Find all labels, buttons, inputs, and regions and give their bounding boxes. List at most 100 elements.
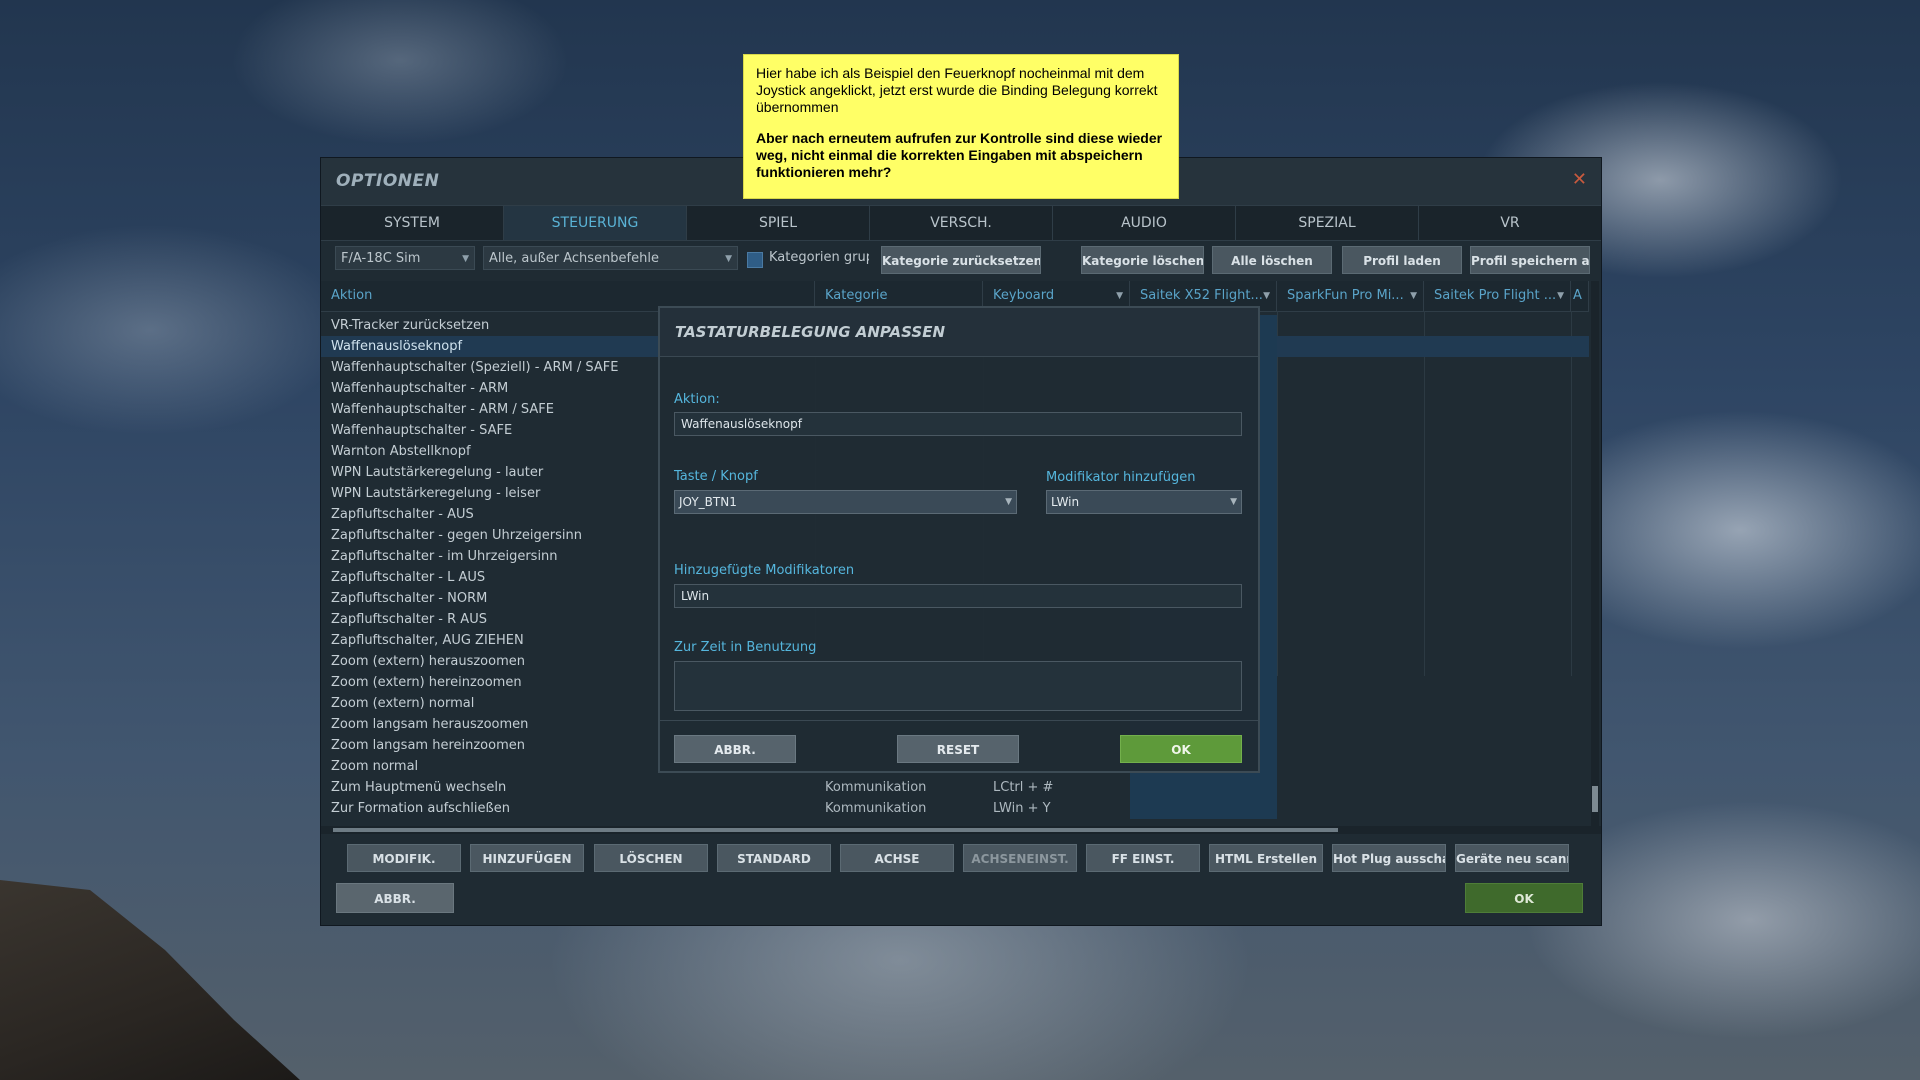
- sparkfun-cell: [1277, 756, 1424, 777]
- chevron-down-icon: ▼: [462, 254, 469, 264]
- keyboard-cell: LCtrl + #: [993, 780, 1054, 795]
- tab-system[interactable]: SYSTEM: [321, 206, 504, 240]
- sparkfun-cell: [1277, 588, 1424, 609]
- horizontal-scrollbar[interactable]: [321, 826, 1601, 834]
- close-icon[interactable]: ✕: [1572, 169, 1587, 190]
- sparkfun-cell: [1277, 672, 1424, 693]
- tab-spiel[interactable]: SPIEL: [687, 206, 870, 240]
- clear-category-button[interactable]: Kategorie löschen: [1081, 246, 1204, 274]
- header-sparkfun[interactable]: SparkFun Pro Mi... ▼: [1277, 281, 1424, 311]
- tab-vr[interactable]: VR: [1419, 206, 1601, 240]
- tab-versch[interactable]: VERSCH.: [870, 206, 1053, 240]
- header-keyboard-label: Keyboard: [993, 288, 1055, 303]
- tab-steuerung[interactable]: STEUERUNG: [504, 206, 687, 240]
- saitek-pro-flight-cell: [1424, 420, 1571, 441]
- delete-button[interactable]: LÖSCHEN: [594, 844, 708, 872]
- saitek-pro-flight-cell: [1424, 357, 1571, 378]
- vertical-scrollbar[interactable]: [1591, 281, 1599, 826]
- group-categories-checkbox[interactable]: [747, 252, 763, 268]
- dialog-titlebar: TASTATURBELEGUNG ANPASSEN: [660, 308, 1258, 357]
- save-profile-as-button[interactable]: Profil speichern als: [1470, 246, 1590, 274]
- header-more[interactable]: A: [1571, 281, 1589, 311]
- sparkfun-cell: [1277, 462, 1424, 483]
- note-bold-text: Aber nach erneutem aufrufen zur Kontroll…: [756, 130, 1163, 180]
- filter-select-value: Alle, außer Achsenbefehle: [489, 251, 659, 266]
- sparkfun-cell: [1277, 399, 1424, 420]
- ok-button[interactable]: OK: [1465, 883, 1583, 913]
- saitek-pro-flight-cell: [1424, 777, 1571, 798]
- cancel-button[interactable]: ABBR.: [336, 883, 454, 913]
- table-row[interactable]: Zur Formation aufschließen Kommunikation L…: [321, 798, 1589, 819]
- saitek-pro-flight-cell: [1424, 588, 1571, 609]
- saitek-pro-flight-cell: [1424, 798, 1571, 819]
- rescan-devices-button[interactable]: Geräte neu scannen: [1455, 844, 1569, 872]
- dialog-reset-button[interactable]: RESET: [897, 735, 1019, 763]
- sparkfun-cell: [1277, 441, 1424, 462]
- modifier-select[interactable]: LWin ▼: [1046, 490, 1242, 514]
- modifiers-button[interactable]: MODIFIK.: [347, 844, 461, 872]
- aircraft-select[interactable]: F/A-18C Sim ▼: [335, 246, 475, 270]
- saitek-pro-flight-cell: [1424, 336, 1571, 357]
- sparkfun-cell: [1277, 483, 1424, 504]
- saitek-x52-cell: [1130, 798, 1277, 819]
- saitek-pro-flight-cell: [1424, 378, 1571, 399]
- saitek-pro-flight-cell: [1424, 672, 1571, 693]
- window-title: OPTIONEN: [336, 171, 440, 191]
- sparkfun-cell: [1277, 798, 1424, 819]
- note-text-bold: Aber nach erneutem aufrufen zur Kontroll…: [756, 130, 1166, 181]
- chevron-down-icon: ▼: [1263, 291, 1270, 301]
- action-cell: Zur Formation aufschließen: [331, 801, 510, 816]
- dialog-title: TASTATURBELEGUNG ANPASSEN: [675, 323, 946, 341]
- sparkfun-cell: [1277, 609, 1424, 630]
- tab-spezial[interactable]: SPEZIAL: [1236, 206, 1419, 240]
- saitek-pro-flight-cell: [1424, 609, 1571, 630]
- action-label: Aktion:: [674, 392, 720, 407]
- ff-settings-button[interactable]: FF EINST.: [1086, 844, 1200, 872]
- create-html-button[interactable]: HTML Erstellen: [1209, 844, 1323, 872]
- note-text: Hier habe ich als Beispiel den Feuerknop…: [756, 65, 1158, 115]
- tab-audio[interactable]: AUDIO: [1053, 206, 1236, 240]
- saitek-pro-flight-cell: [1424, 525, 1571, 546]
- table-row[interactable]: Zum Hauptmenü wechseln Kommunikation LCtrl…: [321, 777, 1589, 798]
- in-use-field: [674, 661, 1242, 711]
- hot-plug-off-button[interactable]: Hot Plug ausschalten: [1332, 844, 1446, 872]
- clear-all-button[interactable]: Alle löschen: [1212, 246, 1332, 274]
- sparkfun-cell: [1277, 315, 1424, 336]
- add-button[interactable]: HINZUFÜGEN: [470, 844, 584, 872]
- in-use-label: Zur Zeit in Benutzung: [674, 640, 817, 655]
- axis-settings-button[interactable]: ACHSENEINST.: [963, 844, 1077, 872]
- added-modifiers-label: Hinzugefügte Modifikatoren: [674, 563, 855, 578]
- sparkfun-cell: [1277, 546, 1424, 567]
- mountain-background: [0, 880, 300, 1080]
- saitek-pro-flight-cell: [1424, 714, 1571, 735]
- saitek-pro-flight-cell: [1424, 462, 1571, 483]
- added-modifiers-field[interactable]: LWin: [674, 584, 1242, 608]
- dialog-cancel-button[interactable]: ABBR.: [674, 735, 796, 763]
- saitek-pro-flight-cell: [1424, 693, 1571, 714]
- sparkfun-cell: [1277, 420, 1424, 441]
- default-button[interactable]: STANDARD: [717, 844, 831, 872]
- axis-button[interactable]: ACHSE: [840, 844, 954, 872]
- saitek-pro-flight-cell: [1424, 504, 1571, 525]
- scrollbar-thumb[interactable]: [1592, 786, 1598, 812]
- saitek-pro-flight-cell: [1424, 546, 1571, 567]
- sparkfun-cell: [1277, 525, 1424, 546]
- saitek-pro-flight-cell: [1424, 651, 1571, 672]
- saitek-pro-flight-cell: [1424, 483, 1571, 504]
- dialog-ok-button[interactable]: OK: [1120, 735, 1242, 763]
- sparkfun-cell: [1277, 777, 1424, 798]
- reset-category-button[interactable]: Kategorie zurücksetzen: [881, 246, 1041, 274]
- sparkfun-cell: [1277, 357, 1424, 378]
- action-field[interactable]: Waffenauslöseknopf: [674, 412, 1242, 436]
- header-saitek-x52-label: Saitek X52 Flight...: [1140, 288, 1263, 303]
- header-saitek-pro-flight[interactable]: Saitek Pro Flight ... ▼: [1424, 281, 1571, 311]
- load-profile-button[interactable]: Profil laden: [1342, 246, 1462, 274]
- chevron-down-icon: ▼: [1410, 291, 1417, 301]
- sparkfun-cell: [1277, 735, 1424, 756]
- sparkfun-cell: [1277, 504, 1424, 525]
- filter-select[interactable]: Alle, außer Achsenbefehle ▼: [483, 246, 738, 270]
- sparkfun-cell: [1277, 336, 1424, 357]
- key-select[interactable]: JOY_BTN1 ▼: [674, 490, 1017, 514]
- modifier-select-value: LWin: [1051, 495, 1080, 509]
- scrollbar-thumb[interactable]: [333, 828, 1338, 832]
